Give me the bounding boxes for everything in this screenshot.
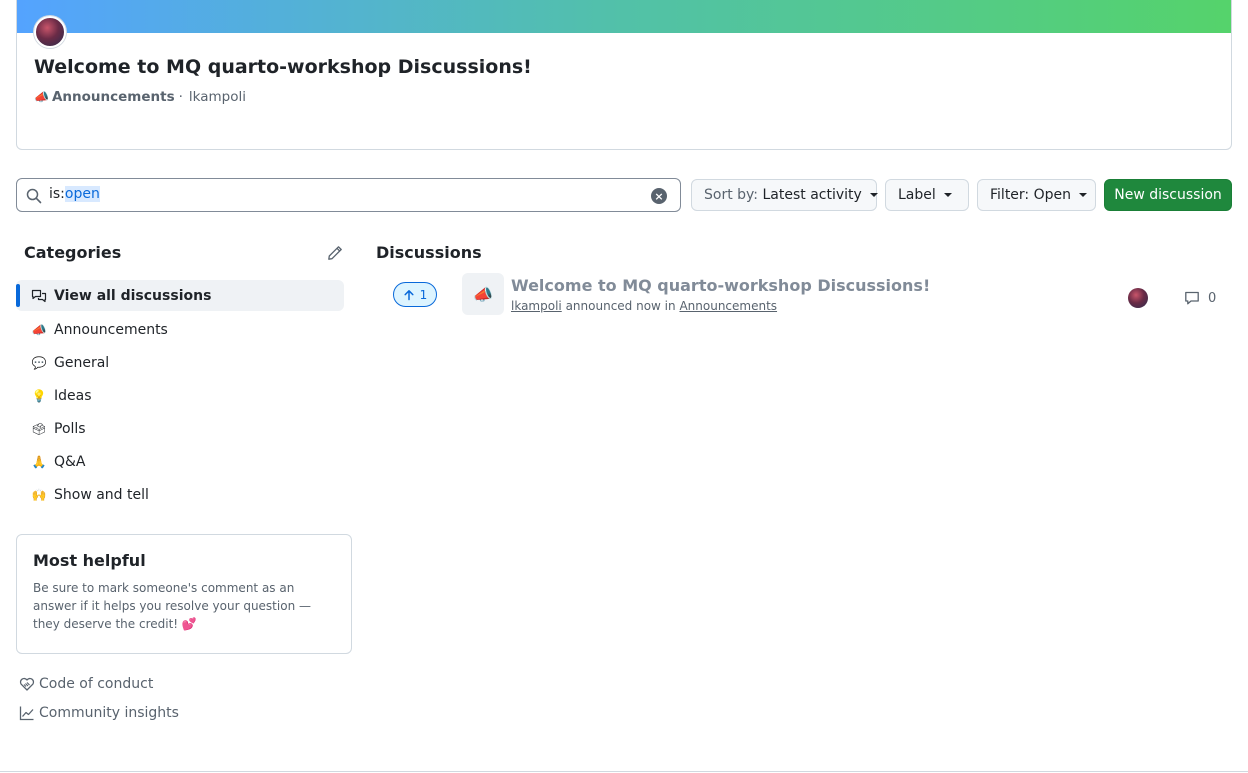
banner-author[interactable]: lkampoli [189,89,246,105]
discussion-action-text: announced now in [565,299,676,313]
megaphone-icon: 📣 [462,273,504,315]
sidebar-item-view-all[interactable]: View all discussions [16,280,344,311]
discussion-category-link[interactable]: Announcements [679,299,777,313]
sidebar-item-polls[interactable]: 🗳 Polls [16,412,344,445]
search-icon [26,188,42,204]
categories-heading: Categories [24,243,122,262]
separator: · [178,89,183,105]
most-helpful-card: Most helpful Be sure to mark someone's c… [16,534,352,654]
list-item: 1 📣 Welcome to MQ quarto-workshop Discus… [376,272,1232,318]
sidebar-item-announcements[interactable]: 📣 Announcements [16,313,344,346]
comment-icon [1185,291,1199,305]
banner-gradient [17,0,1231,33]
discussion-meta: lkampoli announced now in Announcements [511,299,777,313]
banner-meta: 📣 Announcements · lkampoli [34,89,246,105]
chevron-down-icon [869,193,878,197]
avatar[interactable] [1128,288,1148,308]
megaphone-icon: 📣 [31,322,47,337]
most-helpful-text: Be sure to mark someone's comment as an … [33,581,311,631]
speech-bubble-icon: 💬 [31,355,47,370]
chevron-down-icon [943,193,952,197]
heart-handshake-icon [19,677,35,691]
banner-title[interactable]: Welcome to MQ quarto-workshop Discussion… [34,56,532,78]
search-query[interactable]: is:open [49,186,100,202]
sidebar-item-qa[interactable]: 🙏 Q&A [16,445,344,478]
new-discussion-button[interactable]: New discussion [1104,179,1232,211]
chevron-down-icon [1079,193,1087,197]
sidebar-item-general[interactable]: 💬 General [16,346,344,379]
praying-hands-icon: 🙏 [31,454,47,469]
pencil-icon[interactable] [327,245,343,261]
search-input[interactable]: is:open × [16,178,681,212]
sort-button[interactable]: Sort by: Latest activity [691,179,878,211]
divider [0,771,1248,772]
clear-search-icon[interactable]: × [651,188,667,204]
filter-button[interactable]: Filter: Open [977,179,1096,211]
sort-value: Latest activity [762,187,862,203]
graph-icon [19,706,34,721]
sort-label: Sort by: [704,187,759,203]
welcome-banner: Welcome to MQ quarto-workshop Discussion… [16,0,1232,150]
comment-count[interactable]: 0 [1184,290,1216,306]
megaphone-icon: 📣 [34,90,49,104]
label-button[interactable]: Label [885,179,969,211]
sidebar-item-show-and-tell[interactable]: 🙌 Show and tell [16,478,344,511]
discussions-icon [31,289,47,302]
avatar[interactable] [34,16,66,48]
discussion-author-link[interactable]: lkampoli [511,299,562,313]
raised-hands-icon: 🙌 [31,487,47,502]
sidebar-item-ideas[interactable]: 💡 Ideas [16,379,344,412]
banner-category-link[interactable]: Announcements [52,89,175,105]
upvote-button[interactable]: 1 [393,282,437,307]
discussion-title-link[interactable]: Welcome to MQ quarto-workshop Discussion… [511,276,930,295]
code-of-conduct-link[interactable]: Code of conduct [19,676,153,692]
categories-list: View all discussions 📣 Announcements 💬 Gen… [16,280,344,511]
arrow-up-icon [404,289,414,300]
most-helpful-title: Most helpful [33,551,146,570]
ballot-box-icon: 🗳 [31,421,47,436]
community-insights-link[interactable]: Community insights [19,705,179,721]
lightbulb-icon: 💡 [31,388,47,403]
discussions-heading: Discussions [376,243,482,262]
vote-count: 1 [419,287,428,302]
